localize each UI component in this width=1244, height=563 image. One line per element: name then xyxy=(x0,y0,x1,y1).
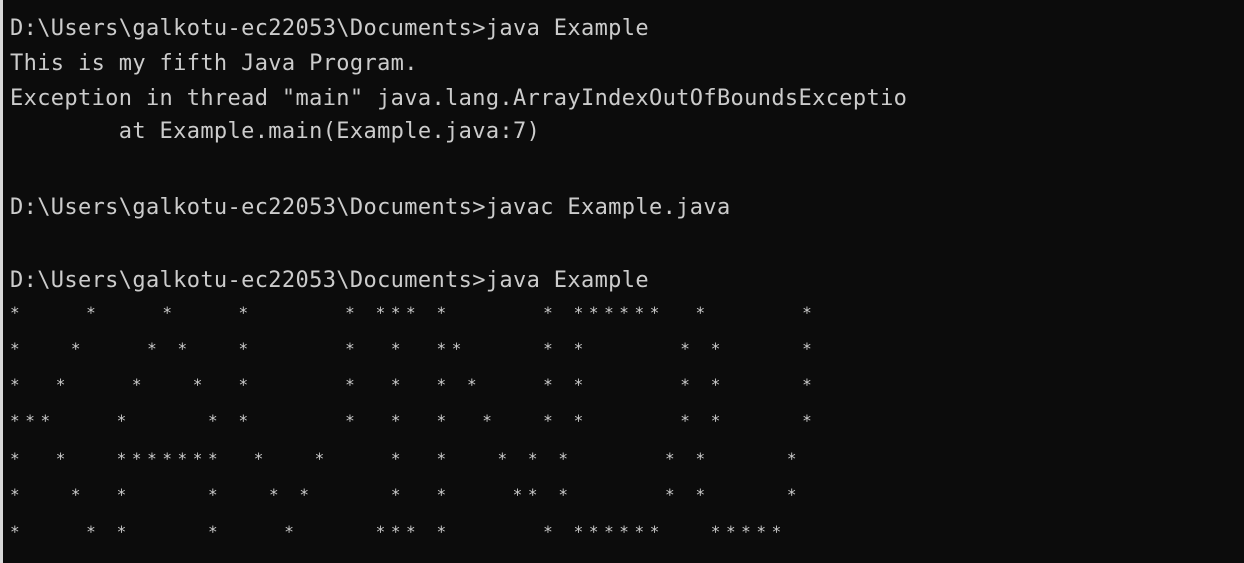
console-window[interactable]: D:\Users\galkotu-ec22053\Documents>java … xyxy=(0,0,1244,563)
pattern-row-6: * * * * * * * * ** * * * * xyxy=(10,485,803,504)
pattern-row-5: * * ******* * * * * * * * * * * xyxy=(10,449,803,468)
console-line-stacktrace: at Example.main(Example.java:7) xyxy=(10,119,541,144)
pattern-row-3: * * * * * * * * * * * * * * xyxy=(10,375,818,394)
console-line-prompt-3: D:\Users\galkotu-ec22053\Documents>java … xyxy=(10,268,649,293)
pattern-row-7: * * * * * *** * * ****** ***** xyxy=(10,522,787,541)
console-line-exception: Exception in thread "main" java.lang.Arr… xyxy=(10,86,908,111)
pattern-row-1: * * * * * *** * * ****** * * xyxy=(10,303,818,322)
pattern-row-2: * * * * * * * ** * * * * * xyxy=(10,339,818,358)
console-line-output-1: This is my fifth Java Program. xyxy=(10,51,418,76)
console-line-prompt-1: D:\Users\galkotu-ec22053\Documents>java … xyxy=(10,16,649,41)
window-left-border xyxy=(0,0,3,563)
pattern-row-4: *** * * * * * * * * * * * * xyxy=(10,411,818,430)
console-line-prompt-2: D:\Users\galkotu-ec22053\Documents>javac… xyxy=(10,195,731,220)
